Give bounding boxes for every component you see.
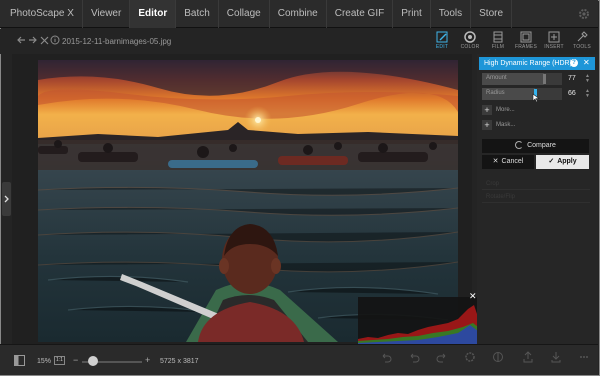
tab-frames[interactable]: FRAMES (512, 31, 540, 55)
tab-frames-label: FRAMES (514, 44, 538, 50)
insert-icon (547, 31, 561, 43)
apply-label: Apply (557, 158, 577, 165)
menu-batch[interactable]: Batch (176, 0, 219, 28)
radius-value[interactable]: 66 (568, 90, 576, 97)
settings-icon[interactable] (464, 351, 476, 363)
tab-edit[interactable]: EDIT (428, 31, 456, 55)
edit-icon (435, 31, 449, 43)
radius-stepper-icon[interactable]: ▲ ▼ (585, 89, 590, 99)
redo-icon[interactable] (436, 351, 448, 363)
menu-print[interactable]: Print (393, 0, 431, 28)
save-icon[interactable] (550, 351, 562, 363)
more-options-icon[interactable] (578, 351, 590, 363)
chevron-right-icon (4, 195, 9, 203)
expand-sidebar-button[interactable] (2, 182, 11, 216)
image-dimensions: 5725 x 3817 (160, 358, 199, 365)
tab-tools-label: TOOLS (573, 44, 591, 50)
menu-store[interactable]: Store (471, 0, 513, 28)
menu-combine[interactable]: Combine (270, 0, 327, 28)
amount-label: Amount (486, 75, 507, 81)
cancel-button[interactable]: ✕ Cancel (482, 155, 534, 169)
zoom-level: 15% (37, 358, 52, 365)
split-view-icon[interactable] (14, 355, 25, 368)
tab-color[interactable]: COLOR (456, 31, 484, 55)
gear-icon[interactable] (578, 8, 590, 20)
menu-viewer[interactable]: Viewer (83, 0, 131, 28)
zoom-slider-knob[interactable] (88, 356, 98, 366)
amount-stepper-icon[interactable]: ▲ ▼ (585, 74, 590, 84)
actual-size-button[interactable]: 1:1 (54, 356, 65, 365)
tab-tools[interactable]: TOOLS (568, 31, 596, 55)
back-arrow-icon[interactable] (16, 35, 26, 48)
undo-icon[interactable] (380, 351, 392, 363)
menu-tools[interactable]: Tools (431, 0, 472, 28)
menu-editor[interactable]: Editor (130, 0, 177, 28)
main-menu-bar: PhotoScape X Viewer Editor Batch Collage… (0, 0, 598, 28)
amount-knob[interactable] (542, 74, 546, 84)
faint-row-label: Crop (486, 181, 500, 187)
histogram-panel (358, 297, 478, 348)
tools-icon (575, 31, 589, 43)
panel-row-dimmed: Rotate/Flip (482, 193, 590, 203)
tab-film[interactable]: FILM (484, 31, 512, 55)
share-icon[interactable] (522, 351, 534, 363)
tab-color-label: COLOR (460, 44, 480, 50)
frames-icon (519, 31, 533, 43)
compare-button[interactable]: Compare (482, 139, 589, 153)
tab-edit-label: EDIT (435, 44, 449, 50)
zoom-in-icon[interactable]: + (145, 355, 150, 365)
menu-create-gif[interactable]: Create GIF (327, 0, 394, 28)
forward-arrow-icon[interactable] (28, 35, 38, 48)
compare-label: Compare (527, 142, 556, 149)
tab-insert-label: INSERT (544, 44, 564, 50)
undo-all-icon[interactable] (408, 351, 420, 363)
compare-icon (515, 141, 524, 150)
faint-row-label: Rotate/Flip (486, 194, 516, 200)
tab-insert[interactable]: INSERT (540, 31, 568, 55)
color-icon (463, 31, 477, 43)
help-icon[interactable]: ? (570, 59, 578, 67)
close-icon: ✕ (492, 158, 499, 165)
close-panel-icon[interactable]: ✕ (583, 58, 590, 68)
amount-value[interactable]: 77 (568, 75, 576, 82)
apply-button[interactable]: ✓ Apply (536, 155, 589, 169)
mask-label: Mask... (496, 122, 516, 128)
mask-button[interactable]: + Mask... (482, 120, 552, 130)
plus-icon: + (482, 120, 492, 130)
menu-photoscape-x[interactable]: PhotoScape X (0, 0, 83, 28)
film-icon (491, 31, 505, 43)
mouse-cursor-icon (532, 93, 540, 105)
zoom-out-icon[interactable]: − (73, 355, 78, 365)
amount-slider[interactable]: Amount 77 ▲ ▼ (482, 73, 592, 85)
panel-row-dimmed: Crop (482, 180, 590, 190)
tab-film-label: FILM (491, 44, 505, 50)
plus-icon: + (482, 105, 492, 115)
editor-toolbar: 2015-12-11-barnimages-05.jpg EDIT COLOR … (0, 29, 598, 54)
more-button[interactable]: + More... (482, 105, 552, 115)
menu-collage[interactable]: Collage (219, 0, 270, 28)
info-icon[interactable] (50, 35, 60, 48)
check-icon: ✓ (548, 158, 555, 165)
compare-view-icon[interactable] (492, 351, 504, 363)
radius-label: Radius (486, 90, 505, 96)
file-name: 2015-12-11-barnimages-05.jpg (62, 37, 172, 46)
close-icon[interactable] (40, 35, 49, 48)
more-label: More... (496, 107, 515, 113)
cancel-label: Cancel (501, 158, 524, 165)
